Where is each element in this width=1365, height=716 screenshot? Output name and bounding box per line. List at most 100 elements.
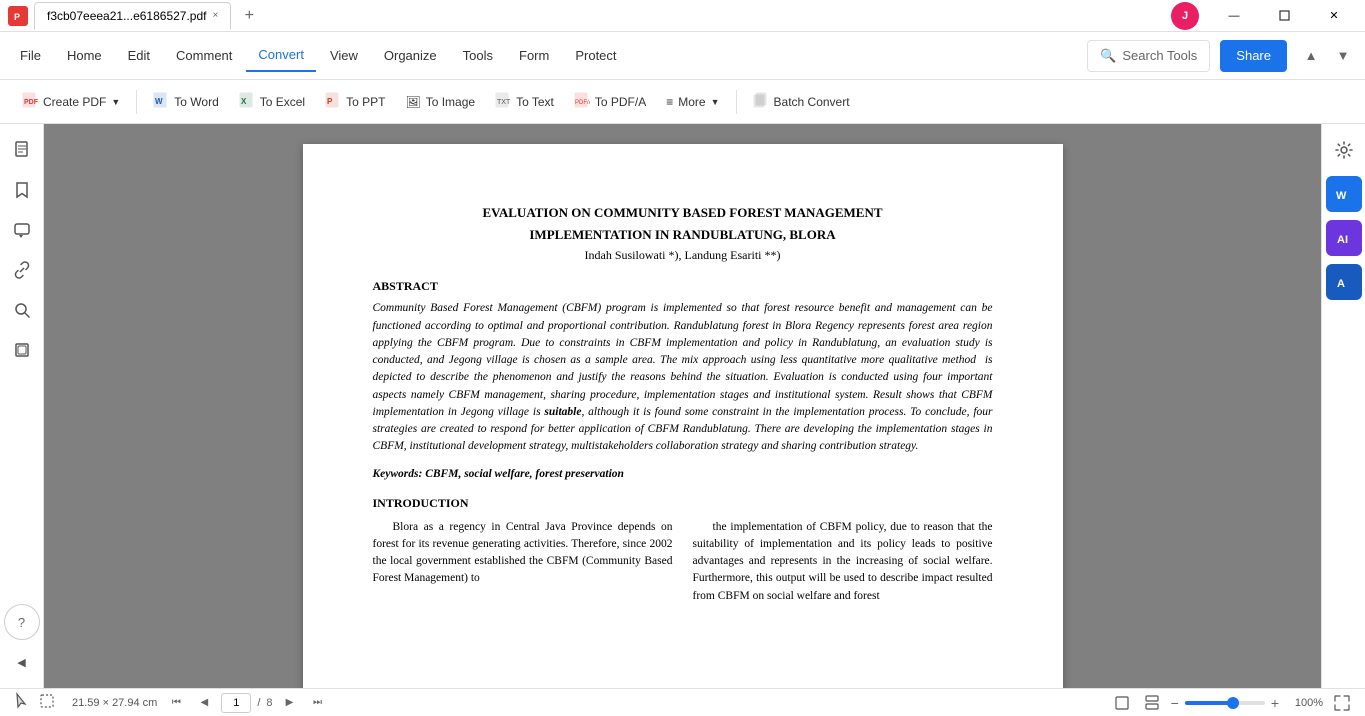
sidebar-bottom: ? ◀ [4,604,40,680]
window-controls: J — ✕ [1171,2,1357,30]
pdf-title-line1: EVALUATION ON COMMUNITY BASED FOREST MAN… [373,204,993,222]
last-page-btn[interactable]: ⏭ [307,692,329,714]
zoom-out-btn[interactable]: − [1171,695,1179,711]
svg-text:AI: AI [1337,234,1348,246]
nav-down-btn[interactable]: ▼ [1329,42,1357,70]
pdf-col-right: the implementation of CBFM policy, due t… [693,519,993,605]
cursor-mode-icon[interactable] [12,692,30,713]
menu-home[interactable]: Home [55,40,114,72]
menu-edit[interactable]: Edit [116,40,162,72]
to-pdfa-btn[interactable]: PDF/A To PDF/A [564,85,656,119]
pdf-intro-title: INTRODUCTION [373,496,993,511]
maximize-btn[interactable] [1261,2,1307,30]
menu-organize[interactable]: Organize [372,40,449,72]
svg-text:P: P [14,12,20,22]
tab-close-btn[interactable]: × [212,10,218,21]
sidebar-help-icon[interactable]: ? [4,604,40,640]
sidebar-bookmark-icon[interactable] [4,172,40,208]
view-mode-single-btn[interactable] [1111,692,1133,714]
share-button[interactable]: Share [1220,40,1287,72]
batch-icon [753,92,769,111]
menu-convert[interactable]: Convert [246,40,316,72]
prev-page-btn[interactable]: ◀ [193,692,215,714]
more-icon: ≡ [666,95,673,109]
create-pdf-label: Create PDF [43,95,106,109]
zoom-slider-container: − + [1171,695,1279,711]
zoom-in-btn[interactable]: + [1271,695,1279,711]
to-ppt-btn[interactable]: P To PPT [315,85,395,119]
view-mode-continuous-btn[interactable] [1141,692,1163,714]
menu-form[interactable]: Form [507,40,561,72]
status-left: 21.59 × 27.94 cm [12,692,157,713]
svg-text:TXT: TXT [497,99,511,106]
svg-text:A: A [1337,278,1345,290]
pdf-abstract-body: Community Based Forest Management (CBFM)… [373,300,993,455]
menu-view[interactable]: View [318,40,370,72]
svg-text:W: W [1336,190,1347,202]
svg-text:P: P [327,97,333,106]
menu-tools[interactable]: Tools [451,40,505,72]
current-tab[interactable]: f3cb07eeea21...e6186527.pdf × [34,2,231,30]
current-page-input[interactable]: 1 [221,693,251,713]
sidebar-search-icon[interactable] [4,292,40,328]
batch-convert-btn[interactable]: Batch Convert [743,85,860,119]
intro-col2-text: the implementation of CBFM policy, due t… [693,519,993,605]
menu-bar: File Home Edit Comment Convert View Orga… [0,32,1365,80]
sidebar-collapse-icon[interactable]: ◀ [4,644,40,680]
right-settings-icon[interactable] [1326,132,1362,168]
search-tools-label: Search Tools [1122,48,1197,63]
image-icon: 🖼 [405,95,420,109]
menu-protect[interactable]: Protect [563,40,628,72]
zoom-slider[interactable] [1185,701,1265,705]
page-separator: / [257,697,260,709]
to-excel-btn[interactable]: X To Excel [229,85,315,119]
sidebar-layers-icon[interactable] [4,332,40,368]
pdf-abstract-title: ABSTRACT [373,279,993,294]
pdfa-icon: PDF/A [574,92,590,111]
pdf-page: EVALUATION ON COMMUNITY BASED FOREST MAN… [303,144,1063,688]
pdf-area[interactable]: EVALUATION ON COMMUNITY BASED FOREST MAN… [44,124,1321,688]
next-page-btn[interactable]: ▶ [279,692,301,714]
nav-arrows: ▲ ▼ [1297,42,1357,70]
first-page-btn[interactable]: ⏮ [165,692,187,714]
sidebar-comment-icon[interactable] [4,212,40,248]
create-pdf-arrow: ▼ [111,97,120,107]
more-arrow: ▼ [711,97,720,107]
word-icon: W [153,92,169,111]
status-bar: 21.59 × 27.94 cm ⏮ ◀ 1 / 8 ▶ ⏭ − + 100% [0,688,1365,716]
title-bar: P f3cb07eeea21...e6186527.pdf × + J — ✕ [0,0,1365,32]
profile-avatar[interactable]: J [1171,2,1199,30]
to-word-btn[interactable]: W To Word [143,85,228,119]
title-bar-left: P f3cb07eeea21...e6186527.pdf × + [8,2,261,30]
search-tools-btn[interactable]: 🔍 Search Tools [1087,40,1210,72]
right-word-convert-icon[interactable]: W [1326,176,1362,212]
right-word-icon[interactable]: A [1326,264,1362,300]
select-mode-icon[interactable] [38,692,56,713]
right-ai-icon[interactable]: AI [1326,220,1362,256]
to-ppt-label: To PPT [346,95,385,109]
pdf-col-left: Blora as a regency in Central Java Provi… [373,519,673,605]
text-icon: TXT [495,92,511,111]
close-btn[interactable]: ✕ [1311,2,1357,30]
menu-comment[interactable]: Comment [164,40,244,72]
left-sidebar: ? ◀ [0,124,44,688]
new-tab-btn[interactable]: + [237,4,261,28]
to-image-label: To Image [426,95,475,109]
nav-up-btn[interactable]: ▲ [1297,42,1325,70]
minimize-btn[interactable]: — [1211,2,1257,30]
sidebar-link-icon[interactable] [4,252,40,288]
svg-text:PDF/A: PDF/A [575,100,590,106]
menu-file[interactable]: File [8,40,53,72]
fit-window-btn[interactable] [1331,692,1353,714]
to-image-btn[interactable]: 🖼 To Image [395,85,485,119]
create-pdf-btn[interactable]: PDF Create PDF ▼ [12,85,130,119]
main-area: ? ◀ EVALUATION ON COMMUNITY BASED FOREST… [0,124,1365,688]
zoom-bar-fill [1185,701,1233,705]
pdf-authors: Indah Susilowati *), Landung Esariti **) [373,248,993,263]
ppt-icon: P [325,92,341,111]
to-text-btn[interactable]: TXT To Text [485,85,564,119]
svg-text:PDF: PDF [24,99,38,106]
more-btn[interactable]: ≡ More ▼ [656,85,729,119]
zoom-level-label: 100% [1287,697,1323,709]
sidebar-page-icon[interactable] [4,132,40,168]
